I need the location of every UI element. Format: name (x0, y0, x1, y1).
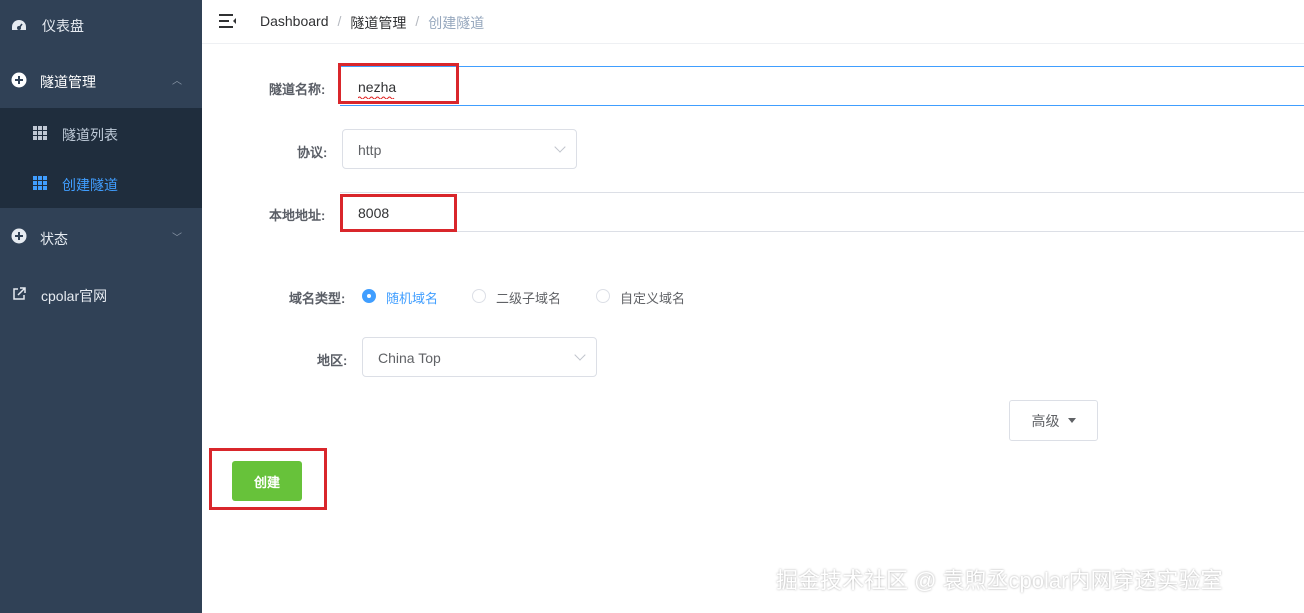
sidebar-item-label: cpolar官网 (41, 288, 108, 304)
tunnel-name-input[interactable] (340, 66, 1304, 106)
radio-custom-domain[interactable] (596, 289, 610, 303)
chevron-down-icon (554, 141, 566, 153)
radio-random-domain[interactable] (362, 289, 376, 303)
sidebar-item-status[interactable]: 状态 ﹀ (0, 210, 202, 262)
protocol-label: 协议: (297, 145, 328, 160)
protocol-value: http (358, 142, 382, 158)
sidebar-item-label: 状态 (40, 231, 68, 247)
sidebar-item-dashboard[interactable]: 仪表盘 (0, 0, 202, 52)
caret-down-icon (1067, 418, 1076, 423)
domain-type-label: 域名类型: (289, 291, 346, 306)
chevron-down-icon: ﹀ (172, 233, 182, 244)
grid-icon (32, 125, 48, 141)
advanced-button[interactable]: 高级 (1009, 400, 1098, 441)
sidebar-item-tunnel-management[interactable]: 隧道管理 ︿ (0, 54, 202, 106)
sidebar-item-label: 隧道管理 (40, 74, 96, 90)
highlight-box (338, 63, 459, 104)
chevron-down-icon (574, 349, 586, 361)
radio-label-random-domain[interactable]: 随机域名 (386, 288, 438, 307)
sidebar-item-label: 隧道列表 (62, 127, 118, 143)
dashboard-icon (11, 18, 27, 34)
advanced-label: 高级 (1031, 412, 1060, 429)
plus-circle-icon (11, 228, 27, 244)
create-label: 创建 (253, 474, 280, 490)
watermark-text: 掘金技术社区 @ 袁煦丞cpolar内网穿透实验室 (776, 568, 1223, 593)
highlight-box (340, 194, 457, 232)
breadcrumb: Dashboard / 隧道管理 / 创建隧道 (260, 13, 484, 33)
sidebar-item-create-tunnel[interactable]: 创建隧道 (0, 158, 202, 208)
radio-subdomain[interactable] (472, 289, 486, 303)
sidebar-item-tunnel-list[interactable]: 隧道列表 (0, 108, 202, 158)
create-button[interactable]: 创建 (232, 461, 302, 501)
region-select[interactable]: China Top (362, 337, 597, 377)
breadcrumb-dashboard[interactable]: Dashboard (260, 13, 329, 33)
protocol-select[interactable]: http (342, 129, 577, 169)
breadcrumb-separator: / (337, 13, 342, 29)
tunnel-name-label: 隧道名称: (269, 82, 326, 97)
breadcrumb-create-tunnel: 创建隧道 (428, 15, 485, 31)
breadcrumb-separator: / (415, 13, 420, 29)
sidebar-item-label: 仪表盘 (42, 18, 84, 34)
external-link-icon (11, 286, 27, 302)
grid-icon (32, 175, 48, 191)
chevron-up-icon: ︿ (172, 76, 182, 87)
region-value: China Top (378, 350, 441, 366)
breadcrumb-tunnel-management[interactable]: 隧道管理 (350, 13, 406, 33)
local-address-label: 本地地址: (269, 208, 326, 223)
hamburger-icon[interactable] (219, 13, 237, 29)
local-address-input[interactable] (340, 192, 1304, 232)
top-bar: Dashboard / 隧道管理 / 创建隧道 (202, 0, 1304, 44)
plus-circle-icon (11, 72, 27, 88)
sidebar: 仪表盘 隧道管理 ︿ 隧道列表 创建隧道 状态 ﹀ cpolar官网 (0, 0, 202, 613)
region-label: 地区: (317, 353, 348, 368)
radio-label-subdomain[interactable]: 二级子域名 (496, 288, 561, 307)
sidebar-item-cpolar-site[interactable]: cpolar官网 (0, 268, 202, 320)
radio-label-custom-domain[interactable]: 自定义域名 (620, 288, 685, 307)
sidebar-item-label: 创建隧道 (62, 177, 118, 193)
